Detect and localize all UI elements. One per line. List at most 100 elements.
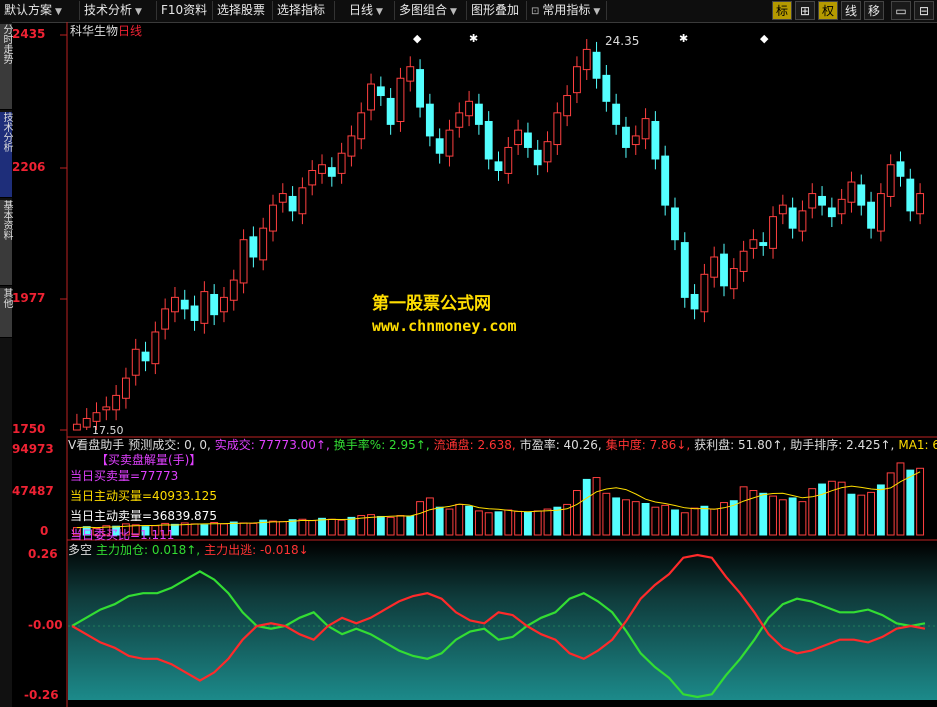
candle-body xyxy=(876,193,885,232)
volume-bar xyxy=(396,515,405,536)
candle-body xyxy=(818,195,826,206)
volume-bar xyxy=(445,508,454,536)
volume-bar xyxy=(533,510,542,536)
volume-bar xyxy=(886,472,895,536)
volume-bar xyxy=(582,478,591,536)
candle-body xyxy=(425,103,434,137)
candle-body xyxy=(455,112,464,128)
vol-header-item: 集中度: 7.86↓, xyxy=(605,438,691,452)
volume-panel-subtitle: 【买卖盘解量(手)】 xyxy=(96,453,202,467)
chart-surface[interactable]: ◆ ✱ ✱ ◆ xyxy=(0,0,937,707)
candle-body xyxy=(896,161,905,177)
candle-body xyxy=(553,112,562,146)
volume-bar xyxy=(553,506,562,536)
candle-body xyxy=(671,207,679,241)
volume-bar xyxy=(847,493,856,536)
volume-bar xyxy=(671,509,679,536)
vol-stat-line: 当日买卖量=77773 xyxy=(70,469,179,483)
candle-body xyxy=(886,164,895,197)
candle-body xyxy=(239,239,248,284)
candle-body xyxy=(759,242,768,246)
volume-bar xyxy=(406,515,415,536)
volume-bar xyxy=(690,507,699,536)
stock-title: 科华生物日线 xyxy=(70,24,143,38)
volume-bar xyxy=(278,521,287,536)
volume-bar xyxy=(837,481,846,536)
volume-bar xyxy=(818,483,826,536)
vol-header-item: 市盈率: 40.26, xyxy=(519,438,602,452)
volume-bar xyxy=(298,518,307,536)
candle-body xyxy=(318,164,326,174)
volume-bar xyxy=(288,519,297,536)
candle-body xyxy=(778,204,787,215)
vol-header-item: 获利盘: 51.80↑, xyxy=(694,438,787,452)
candle-body xyxy=(484,120,493,160)
vol-header-item: 助手排序: 2.425↑, xyxy=(790,438,895,452)
volume-bar xyxy=(700,505,709,536)
volume-bar xyxy=(543,508,552,536)
vol-header-item: MA1: 6 xyxy=(898,438,937,452)
volume-bar xyxy=(504,509,513,536)
candle-body xyxy=(308,170,317,186)
candle-body xyxy=(612,103,621,125)
candle-body xyxy=(573,66,581,94)
candle-body xyxy=(367,83,375,111)
candle-body xyxy=(121,377,130,399)
candle-body xyxy=(386,97,395,125)
volume-bar xyxy=(661,504,670,536)
signal-mark: ✱ xyxy=(469,32,478,45)
candle-body xyxy=(131,348,140,376)
candle-body xyxy=(788,207,797,229)
signal-mark: ◆ xyxy=(413,32,422,45)
candle-body xyxy=(523,132,532,148)
candle-body xyxy=(298,187,307,215)
volume-bar xyxy=(435,506,444,536)
volume-bar xyxy=(474,510,483,536)
volume-bar xyxy=(347,516,356,536)
candle-body xyxy=(622,126,630,148)
osc-header-item: 主力出逃: -0.018↓ xyxy=(204,543,309,557)
volume-bar xyxy=(573,490,581,536)
watermark-url: www.chnmoney.com xyxy=(372,317,517,335)
candle-body xyxy=(710,256,719,278)
volume-bar xyxy=(220,523,228,536)
volume-bar xyxy=(680,512,689,536)
signal-mark: ✱ xyxy=(679,32,688,45)
candle-body xyxy=(406,66,415,82)
volume-bar xyxy=(808,488,817,536)
candle-body xyxy=(720,253,728,287)
candle-body xyxy=(82,417,91,428)
volume-bar xyxy=(612,497,621,536)
volume-bar xyxy=(494,511,503,536)
candle-body xyxy=(563,95,572,117)
volume-bar xyxy=(337,519,346,536)
volume-bar xyxy=(827,480,836,536)
volume-bar xyxy=(602,492,611,536)
candle-body xyxy=(347,135,356,157)
candle-body xyxy=(288,195,297,212)
volume-bar xyxy=(857,494,866,536)
candle-body xyxy=(729,268,738,290)
candle-body xyxy=(661,155,670,206)
volume-bar xyxy=(523,511,532,536)
vol-header-item: 流通盘: 2.638, xyxy=(433,438,516,452)
vol-stat-line: 当日主动卖量=36839.875 xyxy=(70,509,217,523)
volume-bar xyxy=(514,510,523,536)
volume-bar xyxy=(239,522,248,536)
volume-bar xyxy=(876,484,885,536)
vol-header-item: 实成交: 77773.00↑, xyxy=(214,438,330,452)
candle-body xyxy=(396,77,405,122)
volume-bar xyxy=(710,508,719,536)
volume-bar xyxy=(210,521,219,536)
candle-body xyxy=(847,181,856,203)
candle-body xyxy=(102,406,111,411)
volume-bar xyxy=(906,469,915,536)
candle-body xyxy=(72,423,81,431)
candle-body xyxy=(435,138,444,154)
candle-body xyxy=(837,198,846,215)
candle-body xyxy=(827,207,836,218)
volume-bar xyxy=(622,499,630,536)
signal-mark: ◆ xyxy=(760,32,769,45)
candle-body xyxy=(200,291,209,324)
volume-bar xyxy=(788,497,797,536)
